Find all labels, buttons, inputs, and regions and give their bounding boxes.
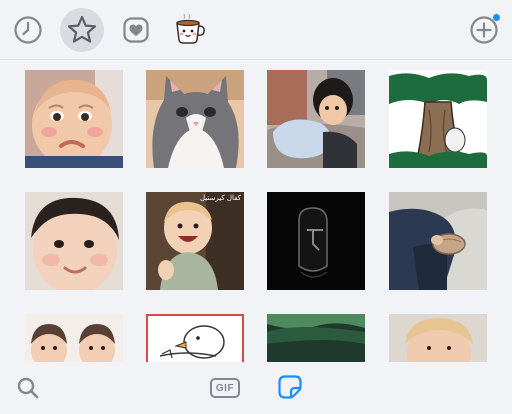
recent-tab[interactable]: [6, 8, 50, 52]
toddler-lying-image: [267, 70, 365, 168]
gif-label: GIF: [210, 378, 240, 398]
notification-dot: [493, 14, 500, 21]
sticker-green-scene[interactable]: [267, 314, 365, 362]
two-babies-image: [25, 314, 123, 362]
smiling-baby-image: [25, 192, 123, 290]
sticker-toddler-on-pillow[interactable]: [267, 70, 365, 168]
bottom-bar: GIF: [0, 362, 512, 414]
blonde-child-image: [389, 314, 487, 362]
sticker-pack-tab[interactable]: [168, 8, 212, 52]
sticker-caption: كفال كيرستيل: [199, 194, 241, 202]
sticker-smiling-baby[interactable]: [25, 192, 123, 290]
heart-icon: [123, 17, 149, 43]
sticker-laughing-baby[interactable]: كفال كيرستيل: [146, 192, 244, 290]
sticker-two-babies[interactable]: [25, 314, 123, 362]
sticker-grid: كفال كيرستيل: [0, 60, 512, 362]
favorites-tab[interactable]: [60, 8, 104, 52]
gray-white-cat-image: [146, 70, 244, 168]
coffee-cup-sticker-icon: [176, 14, 205, 44]
hearts-tab[interactable]: [114, 8, 158, 52]
sticker-cartoon-duck[interactable]: [146, 314, 244, 362]
clock-icon: [14, 16, 42, 44]
search-icon: [17, 377, 39, 399]
sticker-pouting-baby[interactable]: [25, 70, 123, 168]
cartoon-duck-image: [146, 314, 244, 362]
dark-shape-image: [267, 192, 365, 290]
sticker-icon: [278, 375, 302, 399]
sticker-dark-figure[interactable]: [267, 192, 365, 290]
sticker-cat[interactable]: [146, 70, 244, 168]
green-scene-image: [267, 314, 365, 362]
person-holding-bag-image: [389, 192, 487, 290]
sticker-blonde-child[interactable]: [389, 314, 487, 362]
gif-tab[interactable]: GIF: [205, 374, 245, 402]
sticker-toolbar: [0, 0, 512, 60]
star-icon: [67, 15, 97, 43]
sticker-tree-cartoon[interactable]: [389, 70, 487, 168]
pouting-baby-image: [25, 70, 123, 168]
sticker-hands-bag[interactable]: [389, 192, 487, 290]
laughing-baby-image: [146, 192, 244, 290]
add-sticker-button[interactable]: [462, 8, 506, 52]
search-button[interactable]: [14, 374, 42, 402]
sticker-tab[interactable]: [275, 372, 305, 402]
cartoon-tree-image: [389, 70, 487, 168]
